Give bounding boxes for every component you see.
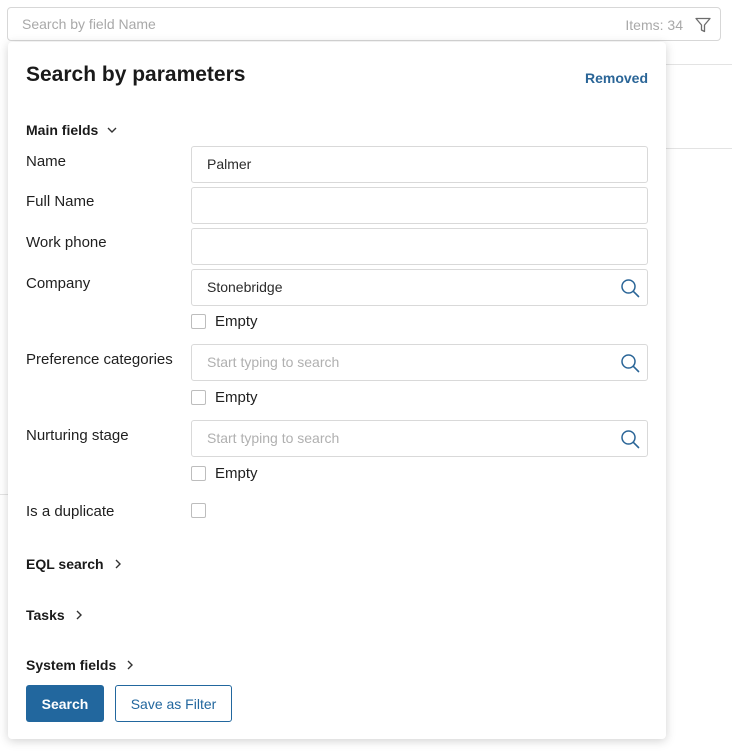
company-label: Company bbox=[26, 275, 91, 292]
eql-search-label: EQL search bbox=[26, 556, 104, 572]
work-phone-label: Work phone bbox=[26, 234, 107, 251]
is-duplicate-checkbox[interactable] bbox=[191, 503, 206, 518]
chevron-right-icon bbox=[76, 610, 82, 620]
tasks-label: Tasks bbox=[26, 607, 65, 623]
company-empty-option: Empty bbox=[191, 313, 258, 330]
search-icon[interactable] bbox=[619, 352, 641, 374]
panel-title: Search by parameters bbox=[26, 63, 246, 86]
background-divider bbox=[666, 64, 732, 65]
background-divider bbox=[0, 494, 8, 495]
system-fields-toggle[interactable]: System fields bbox=[26, 657, 136, 673]
save-as-filter-button[interactable]: Save as Filter bbox=[115, 685, 232, 722]
chevron-right-icon bbox=[115, 559, 121, 569]
search-button[interactable]: Search bbox=[26, 685, 104, 722]
search-parameters-panel: Search by parameters Removed Main fields… bbox=[8, 42, 666, 739]
filter-icon[interactable] bbox=[694, 16, 712, 34]
full-name-field bbox=[191, 187, 648, 224]
full-name-label: Full Name bbox=[26, 193, 95, 210]
preference-categories-field bbox=[191, 344, 648, 381]
chevron-down-icon bbox=[107, 127, 117, 133]
chevron-right-icon bbox=[127, 660, 134, 670]
company-input[interactable] bbox=[207, 279, 607, 295]
name-label: Name bbox=[26, 153, 67, 170]
main-fields-label: Main fields bbox=[26, 122, 99, 138]
name-field bbox=[191, 146, 648, 183]
nurturing-stage-empty-label: Empty bbox=[215, 465, 258, 482]
search-icon[interactable] bbox=[619, 277, 641, 299]
tasks-toggle[interactable]: Tasks bbox=[26, 607, 85, 623]
nurturing-stage-label: Nurturing stage bbox=[26, 427, 129, 444]
full-name-input[interactable] bbox=[207, 197, 607, 213]
system-fields-label: System fields bbox=[26, 657, 117, 673]
preference-categories-empty-option: Empty bbox=[191, 389, 258, 406]
preference-categories-label: Preference categories bbox=[26, 351, 173, 368]
company-field bbox=[191, 269, 648, 306]
company-empty-checkbox[interactable] bbox=[191, 314, 206, 329]
background-divider bbox=[666, 148, 732, 149]
items-count: Items: 34 bbox=[625, 17, 683, 33]
preference-categories-input[interactable] bbox=[207, 354, 607, 370]
nurturing-stage-empty-option: Empty bbox=[191, 465, 258, 482]
preference-categories-empty-checkbox[interactable] bbox=[191, 390, 206, 405]
company-empty-label: Empty bbox=[215, 313, 258, 330]
name-input[interactable] bbox=[207, 156, 607, 172]
work-phone-field bbox=[191, 228, 648, 265]
nurturing-stage-empty-checkbox[interactable] bbox=[191, 466, 206, 481]
search-input[interactable] bbox=[22, 16, 542, 32]
work-phone-input[interactable] bbox=[207, 238, 607, 254]
main-fields-toggle[interactable]: Main fields bbox=[26, 122, 118, 138]
is-duplicate-option bbox=[191, 503, 206, 518]
search-bar: Items: 34 bbox=[7, 7, 721, 41]
preference-categories-empty-label: Empty bbox=[215, 389, 258, 406]
removed-link[interactable]: Removed bbox=[585, 70, 648, 86]
eql-search-toggle[interactable]: EQL search bbox=[26, 556, 124, 572]
nurturing-stage-input[interactable] bbox=[207, 430, 607, 446]
search-icon[interactable] bbox=[619, 428, 641, 450]
nurturing-stage-field bbox=[191, 420, 648, 457]
is-duplicate-label: Is a duplicate bbox=[26, 503, 115, 520]
